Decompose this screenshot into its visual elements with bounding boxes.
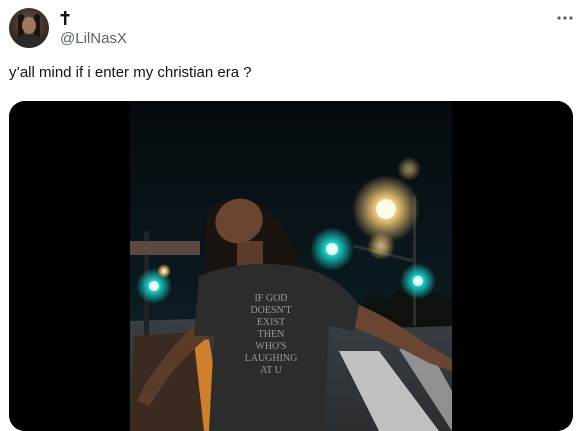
cross-icon — [60, 11, 70, 25]
svg-text:THEN: THEN — [258, 329, 285, 340]
svg-text:AT U: AT U — [260, 365, 283, 376]
svg-text:DOESN'T: DOESN'T — [250, 305, 291, 316]
display-name[interactable] — [60, 8, 70, 31]
svg-text:EXIST: EXIST — [257, 317, 285, 328]
more-icon — [557, 16, 573, 20]
svg-text:WHO'S: WHO'S — [255, 341, 286, 352]
svg-text:LAUGHING: LAUGHING — [245, 353, 298, 364]
tweet-video[interactable]: IF GOD DOESN'T EXIST THEN WHO'S LAUGHING… — [9, 101, 573, 431]
avatar[interactable] — [9, 8, 49, 48]
more-options-button[interactable] — [551, 4, 579, 32]
tweet-text: y’all mind if i enter my christian era ? — [9, 64, 252, 81]
svg-text:IF GOD: IF GOD — [254, 293, 287, 304]
user-handle[interactable]: @LilNasX — [60, 29, 127, 49]
